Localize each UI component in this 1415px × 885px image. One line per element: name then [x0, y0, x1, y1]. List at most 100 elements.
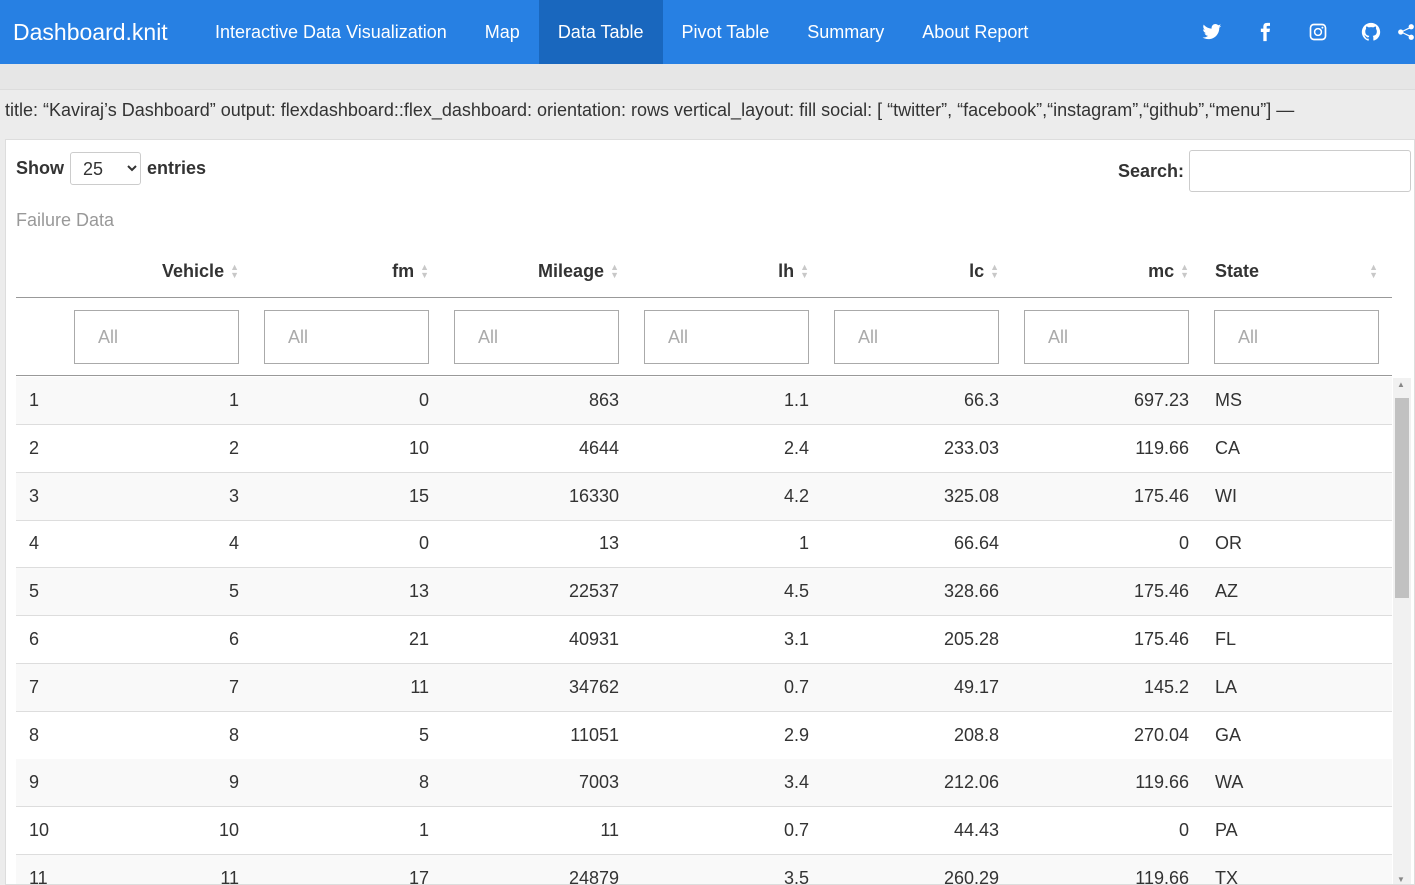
table-row[interactable]: 1 1 0 863 1.1 66.3 697.23 MS — [16, 377, 1392, 425]
table-row[interactable]: 3 3 15 16330 4.2 325.08 175.46 WI — [16, 472, 1392, 521]
cell-lh: 0.7 — [783, 676, 809, 697]
nav-item-pivot-table[interactable]: Pivot Table — [663, 0, 789, 64]
cell-mc: 119.66 — [1135, 772, 1189, 793]
table-header: Vehicle ▲ ▼ fm ▲ ▼ Mileage ▲ ▼ lh ▲ ▼ lc ▲ ▼ mc ▲ ▼ State ▲… — [16, 245, 1392, 298]
scroll-down-icon[interactable]: ▼ — [1397, 875, 1405, 884]
table-row[interactable]: 8 8 5 11051 2.9 208.8 270.04 GA — [16, 712, 1392, 760]
table-row[interactable]: 6 6 21 40931 3.1 205.28 175.46 FL — [16, 616, 1392, 664]
github-icon[interactable] — [1344, 0, 1397, 64]
cell-mileage: 13 — [598, 533, 619, 554]
cell-lc: 328.66 — [943, 581, 999, 602]
page-length-select[interactable]: 25 — [70, 152, 141, 185]
column-header-lc[interactable]: lc ▲ ▼ — [821, 245, 1011, 297]
table-row[interactable]: 2 2 10 4644 2.4 233.03 119.66 CA — [16, 425, 1392, 473]
cell-lh: 1.1 — [783, 390, 809, 410]
entries-label: entries — [147, 158, 207, 178]
nav-menu: Interactive Data Visualization Map Data Ta… — [196, 0, 1047, 64]
cell-state: WA — [1215, 772, 1244, 793]
cell-lc: 212.06 — [943, 772, 999, 793]
cell-mileage: 24879 — [568, 868, 619, 885]
cell-vehicle: 11 — [220, 868, 239, 885]
navbar: Dashboard.knit Interactive Data Visualiz… — [0, 0, 1415, 64]
column-header-mileage[interactable]: Mileage ▲ ▼ — [441, 245, 631, 297]
sort-icon[interactable]: ▲ ▼ — [610, 263, 619, 280]
scroll-up-icon[interactable]: ▲ — [1397, 380, 1405, 389]
cell-fm: 0 — [418, 533, 429, 554]
cell-state: OR — [1215, 533, 1242, 554]
cell-mc: 119.66 — [1135, 437, 1189, 458]
table-row[interactable]: 10 10 1 11 0.7 44.43 0 PA — [16, 807, 1392, 856]
cell-lh: 4.2 — [783, 485, 809, 506]
cell-mileage: 11051 — [570, 724, 619, 745]
cell-vehicle: 4 — [228, 533, 239, 554]
cell-mc: 0 — [1178, 533, 1189, 554]
filter-input-lc[interactable] — [834, 310, 999, 364]
table-row[interactable]: 7 7 11 34762 0.7 49.17 145.2 LA — [16, 663, 1392, 712]
table-row[interactable]: 4 4 0 13 1 66.64 0 OR — [16, 520, 1392, 569]
nav-item-interactive-data-visualization[interactable]: Interactive Data Visualization — [196, 0, 466, 64]
cell-mc: 0 — [1178, 820, 1189, 841]
scrollbar-thumb[interactable] — [1395, 398, 1409, 598]
column-header-state[interactable]: State ▲ ▼ — [1201, 245, 1392, 297]
data-table-panel: Show 25 entries Search: Failure Data Veh… — [5, 139, 1415, 885]
nav-item-summary[interactable]: Summary — [788, 0, 903, 64]
cell-mileage: 40931 — [568, 629, 619, 649]
cell-mc: 119.66 — [1135, 868, 1189, 885]
sort-icon[interactable]: ▲ ▼ — [420, 263, 429, 280]
column-header-vehicle[interactable]: Vehicle ▲ ▼ — [16, 245, 251, 297]
nav-item-about-report[interactable]: About Report — [903, 0, 1047, 64]
table-row[interactable]: 9 9 8 7003 3.4 212.06 119.66 WA — [16, 759, 1392, 808]
filter-input-fm[interactable] — [264, 310, 429, 364]
table-scrollbar[interactable]: ▲ ▼ — [1393, 378, 1411, 884]
column-header-label: Mileage — [538, 260, 605, 281]
cell-mileage: 4644 — [578, 437, 619, 458]
cell-vehicle: 10 — [218, 820, 239, 841]
cell-mileage: 863 — [588, 390, 619, 410]
cell-vehicle: 2 — [228, 437, 239, 458]
filter-input-mc[interactable] — [1024, 310, 1189, 364]
cell-lc: 208.8 — [953, 724, 999, 745]
cell-lh: 3.1 — [783, 629, 809, 649]
instagram-icon[interactable] — [1291, 0, 1344, 64]
sort-icon[interactable]: ▲ ▼ — [990, 263, 999, 280]
cell-state: GA — [1215, 724, 1242, 745]
cell-mc: 270.04 — [1133, 724, 1189, 745]
facebook-icon[interactable] — [1238, 0, 1291, 64]
toolbar-strip — [0, 64, 1415, 90]
column-header-label: lh — [778, 260, 795, 281]
nav-item-map[interactable]: Map — [466, 0, 539, 64]
table-row[interactable]: 11 11 17 24879 3.5 260.29 119.66 TX — [16, 855, 1392, 885]
sort-icon[interactable]: ▲ ▼ — [230, 263, 239, 280]
sort-icon[interactable]: ▲ ▼ — [1180, 263, 1189, 280]
brand-title[interactable]: Dashboard.knit — [0, 0, 196, 64]
cell-fm: 13 — [408, 581, 429, 602]
share-icon[interactable] — [1397, 0, 1415, 64]
filter-input-state[interactable] — [1214, 310, 1379, 364]
twitter-icon[interactable] — [1185, 0, 1238, 64]
cell-lc: 205.28 — [943, 629, 999, 649]
column-header-mc[interactable]: mc ▲ ▼ — [1011, 245, 1201, 297]
cell-lh: 2.9 — [783, 724, 809, 745]
filter-input-vehicle[interactable] — [74, 310, 239, 364]
social-icons — [1185, 0, 1415, 64]
table-row[interactable]: 5 5 13 22537 4.5 328.66 175.46 AZ — [16, 568, 1392, 617]
cell-mileage: 7003 — [578, 772, 619, 793]
sort-icon[interactable]: ▲ ▼ — [800, 263, 809, 280]
filter-input-mileage[interactable] — [454, 310, 619, 364]
cell-fm: 8 — [418, 772, 429, 793]
column-header-label: lc — [969, 260, 985, 281]
cell-state: FL — [1215, 629, 1237, 649]
nav-item-data-table[interactable]: Data Table — [538, 0, 663, 64]
cell-lc: 325.08 — [943, 485, 999, 506]
cell-lc: 260.29 — [943, 868, 999, 885]
search-input[interactable] — [1189, 150, 1411, 192]
column-header-label: fm — [392, 260, 415, 281]
cell-fm: 10 — [408, 437, 429, 458]
cell-mc: 145.2 — [1143, 676, 1189, 697]
cell-state: CA — [1215, 437, 1241, 458]
filter-input-lh[interactable] — [644, 310, 809, 364]
column-header-lh[interactable]: lh ▲ ▼ — [631, 245, 821, 297]
sort-icon[interactable]: ▲ ▼ — [1369, 263, 1378, 280]
cell-lh: 3.5 — [783, 868, 809, 885]
column-header-fm[interactable]: fm ▲ ▼ — [251, 245, 441, 297]
